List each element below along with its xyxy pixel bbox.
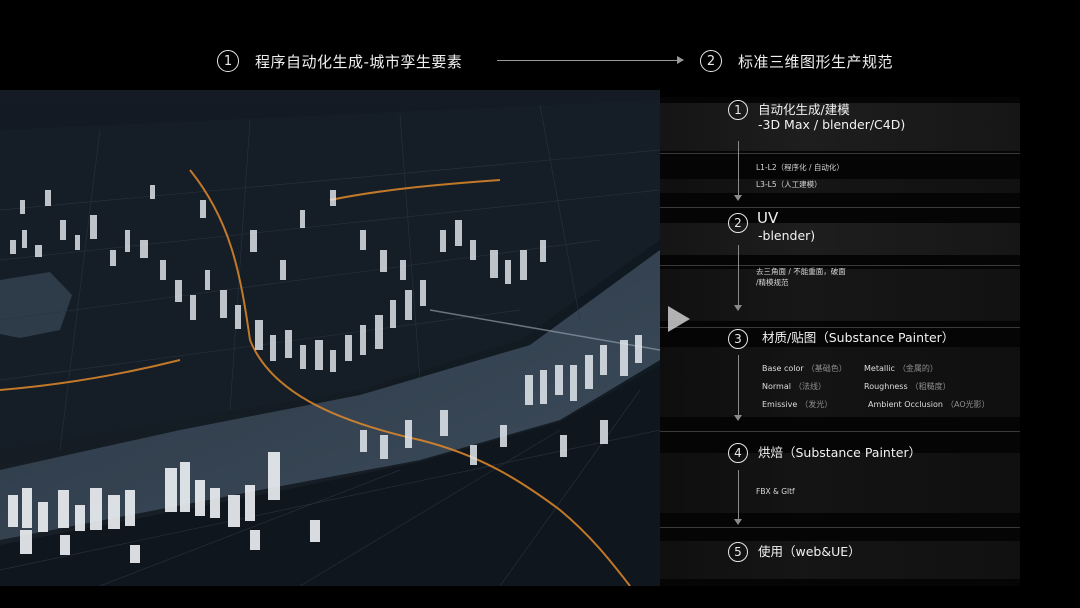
flow-line [738, 141, 739, 195]
step-1-title: 自动化生成/建模 [758, 102, 850, 117]
header-step-2: 2 标准三维图形生产规范 [700, 44, 893, 78]
step-number-circle: 5 [728, 542, 748, 562]
step-2-subtitle: -blender) [758, 228, 816, 243]
step-number-circle: 1 [728, 100, 748, 120]
city-illustration [0, 100, 660, 586]
thumbnail-strip [660, 453, 1020, 513]
step-3-title: 材质/贴图（Substance Painter） [762, 330, 955, 345]
step-2-title: UV [757, 209, 779, 227]
step-number-circle: 4 [728, 443, 748, 463]
note-l1-l2: L1-L2（程序化 / 自动化） [756, 163, 844, 172]
material-ambient-occlusion: Ambient Occlusion （AO光影） [868, 400, 990, 409]
note-l3-l5: L3-L5（人工建模） [756, 180, 822, 189]
arrow-down-icon [734, 415, 742, 421]
header-title-right: 标准三维图形生产规范 [738, 52, 894, 71]
step-number-circle: 2 [728, 213, 748, 233]
thumbnail-strip [660, 223, 1020, 255]
material-emissive: Emissive （发光） [762, 400, 833, 409]
note-uv-rules-2: /精模规范 [756, 278, 789, 287]
step-1-subtitle: -3D Max / blender/C4D) [758, 117, 906, 132]
play-arrow-icon [668, 306, 690, 332]
material-roughness: Roughness （粗糙度） [864, 382, 951, 391]
arrow-down-icon [734, 305, 742, 311]
flow-line [738, 355, 739, 415]
material-normal: Normal （法线） [762, 382, 826, 391]
flow-arrow-icon [497, 56, 684, 64]
spec-panel: 1 自动化生成/建模 -3D Max / blender/C4D) L1-L2（… [660, 97, 1020, 586]
note-export-format: FBX & Gltf [756, 487, 795, 496]
step-number-circle: 3 [728, 329, 748, 349]
material-base-color: Base color （基础色） [762, 364, 847, 373]
material-metallic: Metallic （金属的） [864, 364, 938, 373]
step-4-title: 烘焙（Substance Painter） [758, 445, 922, 460]
step-number-circle: 2 [700, 50, 722, 72]
arrow-down-icon [734, 519, 742, 525]
step-5-title: 使用（web&UE） [758, 544, 861, 559]
note-uv-rules: 去三角面 / 不能重面，破面 [756, 267, 846, 276]
thumbnail-strip [660, 179, 1020, 193]
flow-line [738, 245, 739, 305]
header-title-left: 程序自动化生成-城市孪生要素 [255, 52, 463, 71]
arrow-down-icon [734, 195, 742, 201]
header-step-1: 1 程序自动化生成-城市孪生要素 [217, 44, 462, 78]
step-number-circle: 1 [217, 50, 239, 72]
flow-line [738, 470, 739, 520]
city-render-image [0, 90, 660, 586]
